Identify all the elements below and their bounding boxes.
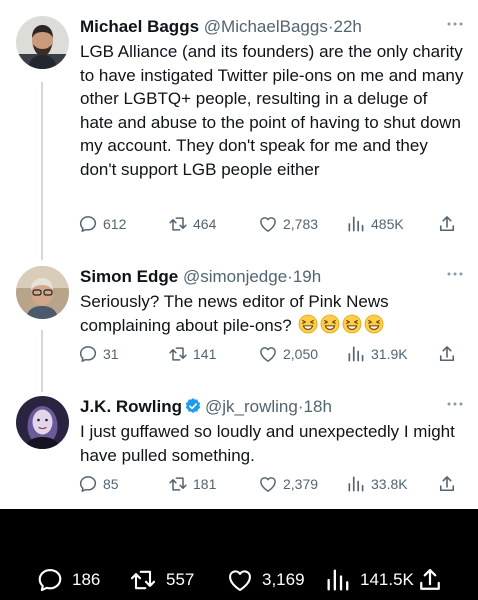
- like-count: 3,169: [262, 570, 305, 589]
- share-button[interactable]: [437, 474, 462, 494]
- like-count: 2,379: [283, 476, 319, 492]
- avatar[interactable]: [16, 266, 69, 319]
- like-button[interactable]: 2,379: [258, 474, 318, 494]
- share-icon: [416, 566, 444, 594]
- author-name[interactable]: Michael Baggs: [80, 17, 199, 36]
- reply-button[interactable]: 31: [78, 344, 119, 364]
- retweet-icon: [168, 344, 188, 364]
- reply-icon: [36, 566, 64, 594]
- retweet-button[interactable]: 557: [128, 566, 194, 594]
- share-button[interactable]: [416, 566, 452, 594]
- views-count: 33.8K: [371, 476, 408, 492]
- tweet[interactable]: J.K. Rowling @jk_rowling·18h I just guffa…: [0, 392, 478, 502]
- like-count: 2,783: [283, 216, 319, 232]
- views-icon: [346, 214, 366, 234]
- tweet[interactable]: Simon Edge @simonjedge·19h Seriously? Th…: [0, 262, 478, 372]
- reply-button[interactable]: 85: [78, 474, 119, 494]
- share-button[interactable]: [437, 214, 462, 234]
- retweet-icon: [168, 474, 188, 494]
- retweet-count: 141: [193, 346, 217, 362]
- retweet-count: 181: [193, 476, 217, 492]
- reply-button[interactable]: 612: [78, 214, 126, 234]
- tweet-thread: Michael Baggs @MichaelBaggs·22h LGB Alli…: [0, 0, 478, 509]
- like-icon: [258, 474, 278, 494]
- bottom-action-bar: 186 557 3,169 141.5K: [0, 562, 478, 598]
- avatar[interactable]: [16, 396, 69, 449]
- views-icon: [324, 566, 352, 594]
- views-button[interactable]: 141.5K: [324, 566, 414, 594]
- retweet-icon: [168, 214, 188, 234]
- retweet-icon: [128, 566, 158, 594]
- views-icon: [346, 344, 366, 364]
- reply-icon: [78, 214, 98, 234]
- views-count: 485K: [371, 216, 404, 232]
- tweet-header: Simon Edge @simonjedge·19h: [80, 266, 321, 288]
- reply-count: 31: [103, 346, 119, 362]
- views-button[interactable]: 33.8K: [346, 474, 408, 494]
- tweet-header: J.K. Rowling @jk_rowling·18h: [80, 396, 332, 418]
- tweet-text-container: Seriously? The news editor of Pink News …: [80, 290, 464, 337]
- retweet-button[interactable]: 141: [168, 344, 216, 364]
- views-count: 31.9K: [371, 346, 408, 362]
- tweet-actions: 85 181 2,379 33.8K: [78, 474, 468, 496]
- retweet-count: 464: [193, 216, 217, 232]
- more-icon[interactable]: [446, 264, 464, 280]
- grinning-squinting-face-emoji-icon: [364, 314, 384, 334]
- author-handle[interactable]: @MichaelBaggs: [204, 17, 328, 36]
- like-button[interactable]: 2,783: [258, 214, 318, 234]
- more-icon[interactable]: [446, 394, 464, 410]
- reply-icon: [78, 474, 98, 494]
- like-icon: [226, 566, 254, 594]
- views-button[interactable]: 485K: [346, 214, 404, 234]
- tweet-actions: 612 464 2,783 485K: [78, 214, 468, 236]
- timestamp[interactable]: 18h: [304, 397, 332, 416]
- retweet-button[interactable]: 181: [168, 474, 216, 494]
- like-icon: [258, 214, 278, 234]
- tweet-actions: 31 141 2,050 31.9K: [78, 344, 468, 366]
- reply-count: 85: [103, 476, 119, 492]
- like-icon: [258, 344, 278, 364]
- tweet-text: I just guffawed so loudly and unexpected…: [80, 422, 455, 465]
- share-icon: [437, 474, 457, 494]
- views-count: 141.5K: [360, 570, 414, 589]
- avatar[interactable]: [16, 16, 69, 69]
- tweet[interactable]: Michael Baggs @MichaelBaggs·22h LGB Alli…: [0, 12, 478, 237]
- tweet-text: LGB Alliance (and its founders) are the …: [80, 42, 464, 179]
- author-handle[interactable]: @jk_rowling: [205, 397, 298, 416]
- like-button[interactable]: 3,169: [226, 566, 305, 594]
- retweet-count: 557: [166, 570, 195, 589]
- tweet-header: Michael Baggs @MichaelBaggs·22h: [80, 16, 362, 38]
- share-icon: [437, 344, 457, 364]
- grinning-squinting-face-emoji-icon: [342, 314, 362, 334]
- timestamp[interactable]: 22h: [334, 17, 362, 36]
- author-handle[interactable]: @simonjedge: [183, 267, 287, 286]
- retweet-button[interactable]: 464: [168, 214, 216, 234]
- more-icon[interactable]: [446, 14, 464, 30]
- views-icon: [346, 474, 366, 494]
- share-icon: [437, 214, 457, 234]
- verified-badge-icon: [185, 398, 201, 413]
- like-button[interactable]: 2,050: [258, 344, 318, 364]
- author-name[interactable]: Simon Edge: [80, 267, 178, 286]
- share-button[interactable]: [437, 344, 462, 364]
- timestamp[interactable]: 19h: [293, 267, 321, 286]
- author-name[interactable]: J.K. Rowling: [80, 397, 182, 416]
- reply-button[interactable]: 186: [36, 566, 100, 594]
- like-count: 2,050: [283, 346, 319, 362]
- views-button[interactable]: 31.9K: [346, 344, 408, 364]
- grinning-squinting-face-emoji-icon: [320, 314, 340, 334]
- reply-icon: [78, 344, 98, 364]
- reply-count: 612: [103, 216, 127, 232]
- grinning-squinting-face-emoji-icon: [298, 314, 318, 334]
- reply-count: 186: [72, 570, 101, 589]
